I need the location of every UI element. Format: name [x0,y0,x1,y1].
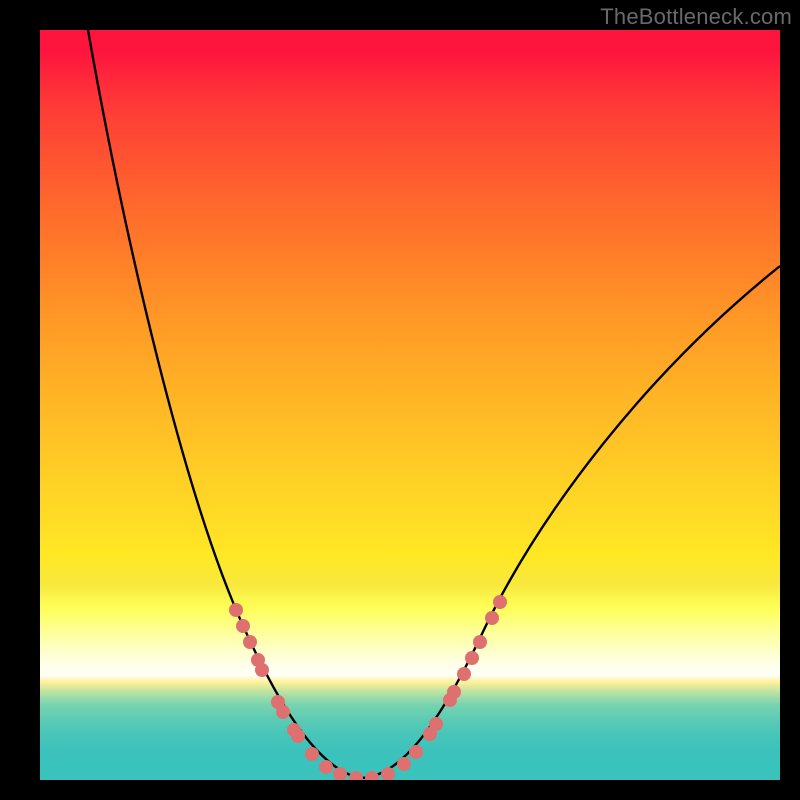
dots-left [229,603,379,780]
plot-area [40,30,780,780]
curve-path [88,30,780,778]
watermark-text: TheBottleneck.com [600,4,792,30]
dots-right [381,595,507,780]
chart-container: TheBottleneck.com [0,0,800,800]
bottleneck-curve [40,30,780,780]
